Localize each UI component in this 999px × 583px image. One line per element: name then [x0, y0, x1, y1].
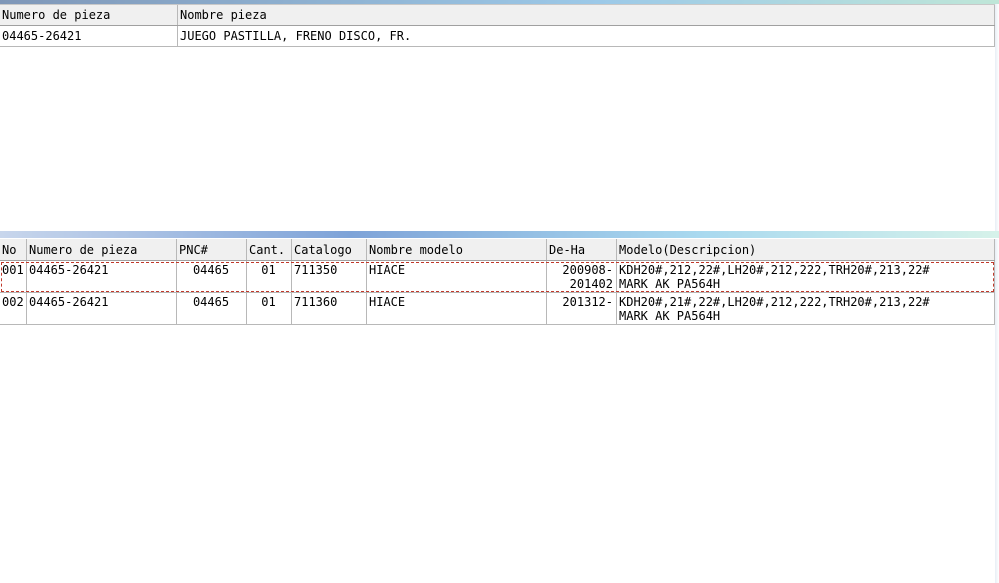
cell-part-name[interactable]: JUEGO PASTILLA, FRENO DISCO, FR.: [178, 26, 995, 46]
application-grid-header: No Numero de pieza PNC# Cant. Catalogo N…: [0, 239, 995, 261]
header-catalog[interactable]: Catalogo: [292, 239, 367, 260]
description-line: MARK AK PA564H: [619, 309, 721, 323]
description-line: KDH20#,21#,22#,LH20#,212,222,TRH20#,213,…: [619, 295, 930, 309]
cell-catalog[interactable]: 711360: [292, 293, 367, 324]
cell-model-name[interactable]: HIACE: [367, 293, 547, 324]
header-model-name[interactable]: Nombre modelo: [367, 239, 547, 260]
description-line: MARK AK PA564H: [619, 277, 721, 291]
cell-model-name[interactable]: HIACE: [367, 261, 547, 292]
cell-part-number[interactable]: 04465-26421: [27, 293, 177, 324]
table-row[interactable]: 001 04465-26421 04465 01 711350 HIACE 20…: [0, 261, 995, 293]
cell-qty[interactable]: 01: [247, 261, 292, 292]
cell-catalog[interactable]: 711350: [292, 261, 367, 292]
cell-qty[interactable]: 01: [247, 293, 292, 324]
pane-splitter[interactable]: [0, 231, 999, 238]
cell-model-description[interactable]: KDH20#,21#,22#,LH20#,212,222,TRH20#,213,…: [617, 293, 995, 324]
cell-no[interactable]: 001: [0, 261, 27, 292]
header-no[interactable]: No: [0, 239, 27, 260]
header-part-number[interactable]: Numero de pieza: [27, 239, 177, 260]
cell-model-description[interactable]: KDH20#,212,22#,LH20#,212,222,TRH20#,213,…: [617, 261, 995, 292]
date-from: 201312-: [562, 295, 613, 309]
cell-date-range[interactable]: 200908- 201402: [547, 261, 617, 292]
application-grid: No Numero de pieza PNC# Cant. Catalogo N…: [0, 239, 995, 325]
part-summary-header: Numero de pieza Nombre pieza: [0, 4, 995, 26]
header-pnc[interactable]: PNC#: [177, 239, 247, 260]
cell-date-range[interactable]: 201312-: [547, 293, 617, 324]
cell-part-number[interactable]: 04465-26421: [0, 26, 178, 46]
table-row[interactable]: 002 04465-26421 04465 01 711360 HIACE 20…: [0, 293, 995, 325]
cell-pnc[interactable]: 04465: [177, 293, 247, 324]
date-to: 201402: [569, 277, 613, 291]
cell-part-number[interactable]: 04465-26421: [27, 261, 177, 292]
header-qty[interactable]: Cant.: [247, 239, 292, 260]
header-model-description[interactable]: Modelo(Descripcion): [617, 239, 995, 260]
cell-pnc[interactable]: 04465: [177, 261, 247, 292]
description-line: KDH20#,212,22#,LH20#,212,222,TRH20#,213,…: [619, 263, 930, 277]
header-part-name[interactable]: Nombre pieza: [178, 5, 995, 25]
header-date-range[interactable]: De-Ha: [547, 239, 617, 260]
header-part-number[interactable]: Numero de pieza: [0, 5, 178, 25]
date-from: 200908-: [562, 263, 613, 277]
vertical-scrollbar-edge: [995, 239, 999, 583]
cell-no[interactable]: 002: [0, 293, 27, 324]
part-summary-grid: Numero de pieza Nombre pieza 04465-26421…: [0, 4, 995, 47]
vertical-scrollbar-edge: [995, 4, 999, 232]
table-row[interactable]: 04465-26421 JUEGO PASTILLA, FRENO DISCO,…: [0, 26, 995, 47]
